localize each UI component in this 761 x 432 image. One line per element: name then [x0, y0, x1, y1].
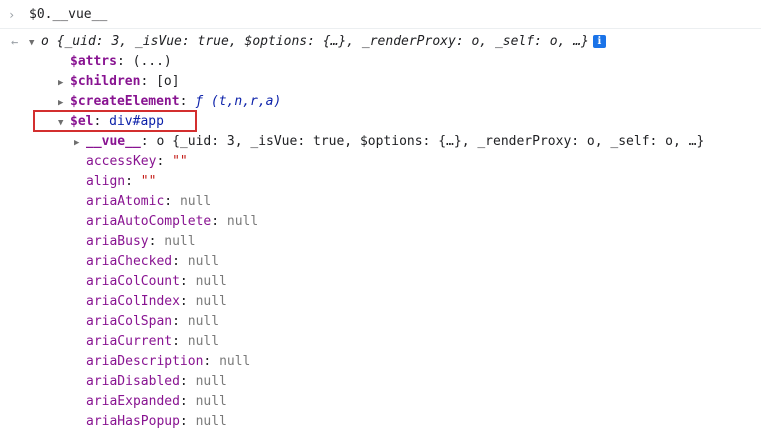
collapsed-triangle-icon[interactable]: ▶ — [74, 133, 86, 153]
property-row[interactable]: ariaColIndex: null — [86, 292, 227, 312]
info-icon[interactable]: i — [592, 35, 606, 48]
property-row[interactable]: ariaExpanded: null — [86, 392, 227, 412]
vue-key: __vue__ — [86, 134, 141, 149]
tree-row-attrs[interactable]: $attrs: (...) — [70, 52, 172, 72]
property-name: ariaHasPopup — [86, 414, 180, 429]
property-row[interactable]: ariaBusy: null — [86, 232, 196, 252]
property-row[interactable]: ariaColCount: null — [86, 272, 227, 292]
property-name: ariaCurrent — [86, 334, 173, 349]
children-key: $children — [70, 74, 141, 89]
property-value: null — [195, 394, 227, 409]
attrs-key: $attrs — [70, 54, 117, 69]
property-row[interactable]: ariaColSpan: null — [86, 312, 219, 332]
property-value: null — [219, 354, 251, 369]
result-arrow-icon: ← — [11, 35, 19, 49]
expand-triangle-icon[interactable]: ▼ — [29, 33, 41, 53]
property-value: null — [195, 294, 227, 309]
createelement-value: ƒ (t,n,r,a) — [195, 94, 282, 109]
tree-row-children[interactable]: ▶ $children: [o] — [58, 72, 180, 92]
el-key: $el — [70, 114, 94, 129]
vue-value: o {_uid: 3, _isVue: true, $options: {…},… — [156, 134, 705, 149]
property-value: null — [187, 314, 220, 329]
property-name: ariaColCount — [86, 274, 180, 289]
property-name: ariaDisabled — [86, 374, 180, 389]
property-value: null — [195, 374, 227, 389]
children-value: [o] — [156, 74, 180, 89]
property-row[interactable]: ariaAutoComplete: null — [86, 212, 258, 232]
attrs-value[interactable]: (...) — [133, 54, 172, 69]
tree-row-vue[interactable]: ▶ __vue__: o {_uid: 3, _isVue: true, $opt… — [74, 132, 704, 152]
property-name: ariaExpanded — [86, 394, 180, 409]
el-value: div#app — [109, 114, 164, 129]
property-name: ariaColIndex — [86, 294, 180, 309]
property-name: ariaBusy — [86, 234, 149, 249]
expand-triangle-icon[interactable]: ▼ — [58, 113, 70, 133]
createelement-key: $createElement — [70, 94, 180, 109]
property-value: null — [187, 334, 220, 349]
property-value: null — [195, 414, 227, 429]
property-name: align — [86, 174, 126, 189]
property-row[interactable]: ariaAtomic: null — [86, 192, 211, 212]
property-name: ariaChecked — [86, 254, 173, 269]
property-name: accessKey — [86, 154, 157, 169]
property-row[interactable]: ariaCurrent: null — [86, 332, 219, 352]
property-name: ariaAutoComplete — [86, 214, 212, 229]
property-value: null — [195, 274, 227, 289]
property-row[interactable]: ariaChecked: null — [86, 252, 219, 272]
property-row[interactable]: ariaHasPopup: null — [86, 412, 227, 432]
property-name: ariaAtomic — [86, 194, 165, 209]
console-input-row: › $0.__vue__ — [0, 5, 761, 29]
property-value: null — [179, 194, 212, 209]
property-value: null — [226, 214, 259, 229]
property-row[interactable]: ariaDisabled: null — [86, 372, 227, 392]
property-row[interactable]: accessKey: "" — [86, 152, 188, 172]
prompt-chevron-icon: › — [8, 8, 16, 22]
tree-row-el[interactable]: ▼ $el: div#app — [58, 112, 164, 132]
property-value: null — [187, 254, 220, 269]
property-name: ariaColSpan — [86, 314, 173, 329]
tree-row-createelement[interactable]: ▶ $createElement: ƒ (t,n,r,a) — [58, 92, 281, 112]
property-row[interactable]: align: "" — [86, 172, 156, 192]
property-value: null — [164, 234, 196, 249]
root-object-summary: o {_uid: 3, _isVue: true, $options: {…},… — [41, 34, 589, 49]
property-value: "" — [172, 154, 188, 169]
property-value: "" — [140, 174, 157, 189]
property-row[interactable]: ariaDescription: null — [86, 352, 250, 372]
property-name: ariaDescription — [86, 354, 204, 369]
collapsed-triangle-icon[interactable]: ▶ — [58, 73, 70, 93]
console-input-text: $0.__vue__ — [29, 7, 108, 22]
